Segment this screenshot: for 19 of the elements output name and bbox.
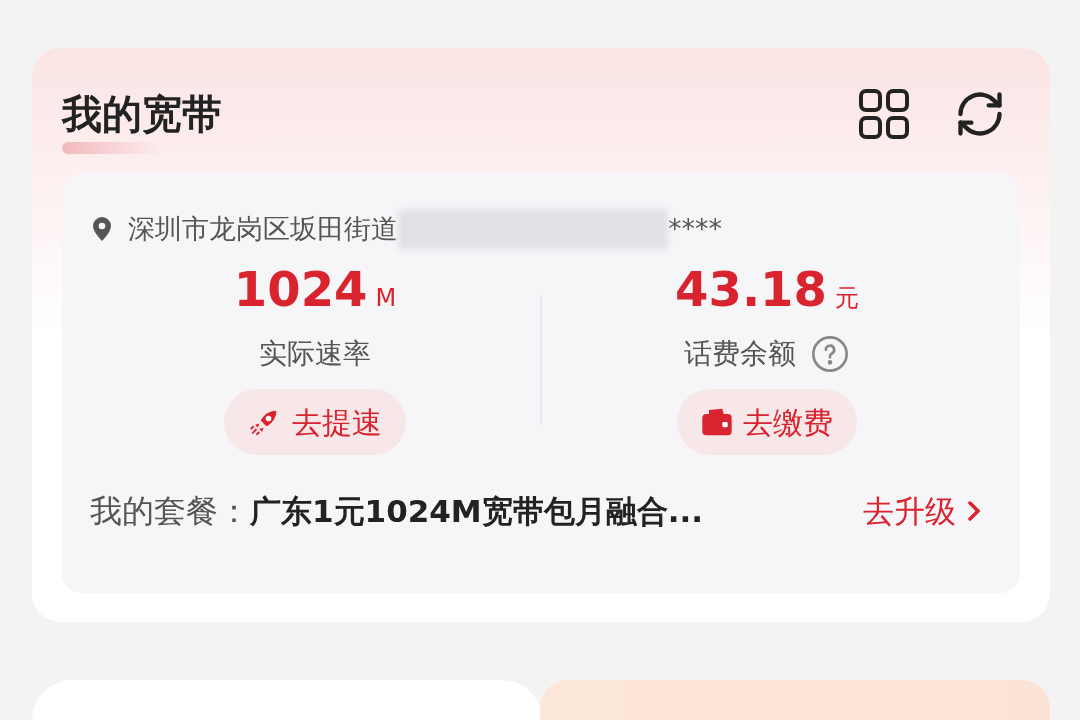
chevron-right-icon xyxy=(966,499,982,523)
action-button[interactable]: 去缴费 xyxy=(677,389,857,455)
stat-value: 43.18 xyxy=(675,265,827,313)
stat-label: 话费余额 xyxy=(684,336,796,372)
plan-name: 广东1元1024M宽带包月融合... xyxy=(250,491,704,531)
address-text: 深圳市龙岗区坂田街道 xyxy=(128,211,398,246)
card-title: 我的宽带 xyxy=(62,91,222,137)
plan-label: 我的套餐： xyxy=(90,491,250,532)
masked-address-text: **** xyxy=(668,211,722,246)
stat-value: 1024 xyxy=(233,265,368,313)
stat-unit: 元 xyxy=(834,283,859,314)
wallet-icon xyxy=(701,407,733,437)
location-pin-icon xyxy=(90,216,114,242)
grid-icon[interactable] xyxy=(858,88,910,140)
action-button[interactable]: 去提速 xyxy=(224,389,406,455)
help-icon[interactable] xyxy=(810,334,850,374)
stat-unit: M xyxy=(375,283,397,314)
upgrade-link[interactable]: 去升级 xyxy=(863,487,992,535)
stat-label: 实际速率 xyxy=(259,336,371,372)
